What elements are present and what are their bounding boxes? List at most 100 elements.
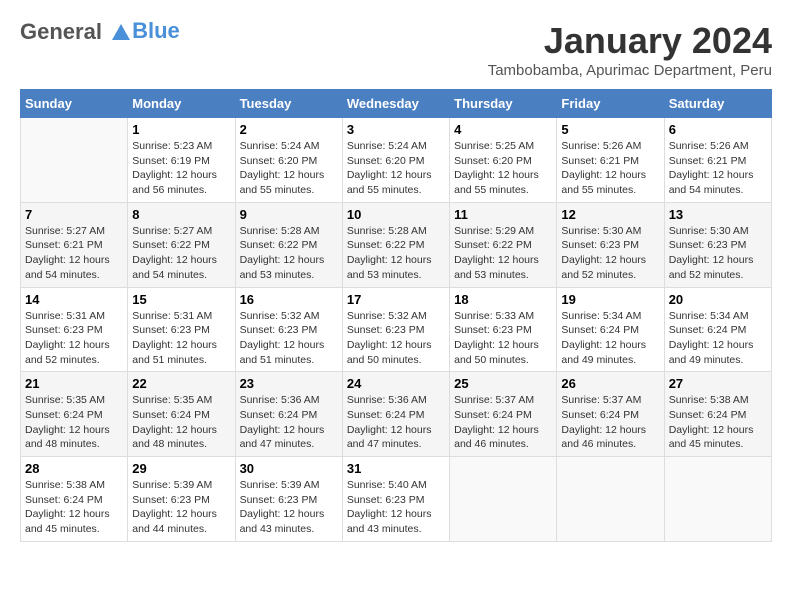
calendar-cell: 2Sunrise: 5:24 AMSunset: 6:20 PMDaylight… <box>235 118 342 203</box>
cell-info: Sunrise: 5:38 AMSunset: 6:24 PMDaylight:… <box>25 478 123 537</box>
cell-info: Sunrise: 5:37 AMSunset: 6:24 PMDaylight:… <box>561 393 659 452</box>
day-number: 6 <box>669 122 767 137</box>
cell-info: Sunrise: 5:24 AMSunset: 6:20 PMDaylight:… <box>240 139 338 198</box>
header-wednesday: Wednesday <box>342 90 449 118</box>
calendar-table: SundayMondayTuesdayWednesdayThursdayFrid… <box>20 89 772 542</box>
day-number: 10 <box>347 207 445 222</box>
calendar-cell: 23Sunrise: 5:36 AMSunset: 6:24 PMDayligh… <box>235 372 342 457</box>
day-number: 18 <box>454 292 552 307</box>
day-number: 26 <box>561 376 659 391</box>
cell-info: Sunrise: 5:36 AMSunset: 6:24 PMDaylight:… <box>347 393 445 452</box>
cell-info: Sunrise: 5:32 AMSunset: 6:23 PMDaylight:… <box>240 309 338 368</box>
calendar-cell: 24 Sunrise: 5:36 AMSunset: 6:24 PMDayligh… <box>342 372 449 457</box>
calendar-cell: 5Sunrise: 5:26 AMSunset: 6:21 PMDaylight… <box>557 118 664 203</box>
day-number: 16 <box>240 292 338 307</box>
title-block: January 2024 Tambobamba, Apurimac Depart… <box>488 20 772 79</box>
cell-info: Sunrise: 5:24 AMSunset: 6:20 PMDaylight:… <box>347 139 445 198</box>
calendar-cell: 4 Sunrise: 5:25 AMSunset: 6:20 PMDaylight… <box>450 118 557 203</box>
calendar-cell: 17Sunrise: 5:32 AMSunset: 6:23 PMDayligh… <box>342 287 449 372</box>
day-number: 9 <box>240 207 338 222</box>
cell-info: Sunrise: 5:28 AMSunset: 6:22 PMDaylight:… <box>347 224 445 283</box>
day-number: 11 <box>454 207 552 222</box>
logo-icon <box>110 22 132 44</box>
calendar-cell: 26 Sunrise: 5:37 AMSunset: 6:24 PMDayligh… <box>557 372 664 457</box>
day-number: 7 <box>25 207 123 222</box>
calendar-cell: 19 Sunrise: 5:34 AMSunset: 6:24 PMDayligh… <box>557 287 664 372</box>
calendar-cell: 25 Sunrise: 5:37 AMSunset: 6:24 PMDayligh… <box>450 372 557 457</box>
day-number: 23 <box>240 376 338 391</box>
day-number: 17 <box>347 292 445 307</box>
cell-info: Sunrise: 5:39 AMSunset: 6:23 PMDaylight:… <box>132 478 230 537</box>
cell-info: Sunrise: 5:31 AMSunset: 6:23 PMDaylight:… <box>132 309 230 368</box>
calendar-cell: 20 Sunrise: 5:34 AMSunset: 6:24 PMDayligh… <box>664 287 771 372</box>
day-number: 14 <box>25 292 123 307</box>
cell-info: Sunrise: 5:34 AMSunset: 6:24 PMDaylight:… <box>561 309 659 368</box>
calendar-week-3: 14 Sunrise: 5:31 AMSunset: 6:23 PMDayligh… <box>21 287 772 372</box>
cell-info: Sunrise: 5:29 AMSunset: 6:22 PMDaylight:… <box>454 224 552 283</box>
cell-info: Sunrise: 5:35 AMSunset: 6:24 PMDaylight:… <box>25 393 123 452</box>
header-friday: Friday <box>557 90 664 118</box>
cell-info: Sunrise: 5:34 AMSunset: 6:24 PMDaylight:… <box>669 309 767 368</box>
calendar-cell: 9 Sunrise: 5:28 AMSunset: 6:22 PMDaylight… <box>235 202 342 287</box>
calendar-cell: 13Sunrise: 5:30 AMSunset: 6:23 PMDayligh… <box>664 202 771 287</box>
calendar-cell: 28 Sunrise: 5:38 AMSunset: 6:24 PMDayligh… <box>21 457 128 542</box>
logo: General Blue <box>20 20 180 44</box>
header-thursday: Thursday <box>450 90 557 118</box>
cell-info: Sunrise: 5:30 AMSunset: 6:23 PMDaylight:… <box>669 224 767 283</box>
cell-info: Sunrise: 5:37 AMSunset: 6:24 PMDaylight:… <box>454 393 552 452</box>
calendar-cell: 8 Sunrise: 5:27 AMSunset: 6:22 PMDaylight… <box>128 202 235 287</box>
calendar-week-2: 7 Sunrise: 5:27 AMSunset: 6:21 PMDaylight… <box>21 202 772 287</box>
day-number: 4 <box>454 122 552 137</box>
day-number: 5 <box>561 122 659 137</box>
cell-info: Sunrise: 5:23 AMSunset: 6:19 PMDaylight:… <box>132 139 230 198</box>
cell-info: Sunrise: 5:35 AMSunset: 6:24 PMDaylight:… <box>132 393 230 452</box>
calendar-cell: 6 Sunrise: 5:26 AMSunset: 6:21 PMDaylight… <box>664 118 771 203</box>
day-number: 31 <box>347 461 445 476</box>
day-number: 30 <box>240 461 338 476</box>
calendar-cell: 27Sunrise: 5:38 AMSunset: 6:24 PMDayligh… <box>664 372 771 457</box>
day-number: 22 <box>132 376 230 391</box>
calendar-cell: 7 Sunrise: 5:27 AMSunset: 6:21 PMDaylight… <box>21 202 128 287</box>
calendar-cell: 10 Sunrise: 5:28 AMSunset: 6:22 PMDayligh… <box>342 202 449 287</box>
cell-info: Sunrise: 5:30 AMSunset: 6:23 PMDaylight:… <box>561 224 659 283</box>
day-number: 24 <box>347 376 445 391</box>
calendar-cell: 31Sunrise: 5:40 AMSunset: 6:23 PMDayligh… <box>342 457 449 542</box>
day-number: 19 <box>561 292 659 307</box>
header-saturday: Saturday <box>664 90 771 118</box>
calendar-week-1: 1 Sunrise: 5:23 AMSunset: 6:19 PMDaylight… <box>21 118 772 203</box>
calendar-cell: 29Sunrise: 5:39 AMSunset: 6:23 PMDayligh… <box>128 457 235 542</box>
cell-info: Sunrise: 5:28 AMSunset: 6:22 PMDaylight:… <box>240 224 338 283</box>
calendar-cell: 3 Sunrise: 5:24 AMSunset: 6:20 PMDaylight… <box>342 118 449 203</box>
day-number: 21 <box>25 376 123 391</box>
cell-info: Sunrise: 5:27 AMSunset: 6:21 PMDaylight:… <box>25 224 123 283</box>
day-number: 25 <box>454 376 552 391</box>
header-monday: Monday <box>128 90 235 118</box>
calendar-cell: 11 Sunrise: 5:29 AMSunset: 6:22 PMDayligh… <box>450 202 557 287</box>
calendar-cell <box>450 457 557 542</box>
calendar-week-4: 21 Sunrise: 5:35 AMSunset: 6:24 PMDayligh… <box>21 372 772 457</box>
calendar-cell: 30 Sunrise: 5:39 AMSunset: 6:23 PMDayligh… <box>235 457 342 542</box>
cell-info: Sunrise: 5:39 AMSunset: 6:23 PMDaylight:… <box>240 478 338 537</box>
calendar-week-5: 28 Sunrise: 5:38 AMSunset: 6:24 PMDayligh… <box>21 457 772 542</box>
header-row: SundayMondayTuesdayWednesdayThursdayFrid… <box>21 90 772 118</box>
location-subtitle: Tambobamba, Apurimac Department, Peru <box>488 62 772 79</box>
day-number: 8 <box>132 207 230 222</box>
calendar-cell: 1 Sunrise: 5:23 AMSunset: 6:19 PMDaylight… <box>128 118 235 203</box>
cell-info: Sunrise: 5:26 AMSunset: 6:21 PMDaylight:… <box>669 139 767 198</box>
day-number: 15 <box>132 292 230 307</box>
day-number: 3 <box>347 122 445 137</box>
calendar-cell: 22 Sunrise: 5:35 AMSunset: 6:24 PMDayligh… <box>128 372 235 457</box>
cell-info: Sunrise: 5:31 AMSunset: 6:23 PMDaylight:… <box>25 309 123 368</box>
logo-blue: Blue <box>132 18 180 43</box>
calendar-cell: 16 Sunrise: 5:32 AMSunset: 6:23 PMDayligh… <box>235 287 342 372</box>
cell-info: Sunrise: 5:25 AMSunset: 6:20 PMDaylight:… <box>454 139 552 198</box>
day-number: 20 <box>669 292 767 307</box>
logo-general: General <box>20 19 102 44</box>
month-title: January 2024 <box>488 20 772 62</box>
cell-info: Sunrise: 5:27 AMSunset: 6:22 PMDaylight:… <box>132 224 230 283</box>
calendar-cell: 18Sunrise: 5:33 AMSunset: 6:23 PMDayligh… <box>450 287 557 372</box>
header-tuesday: Tuesday <box>235 90 342 118</box>
day-number: 1 <box>132 122 230 137</box>
day-number: 12 <box>561 207 659 222</box>
day-number: 28 <box>25 461 123 476</box>
